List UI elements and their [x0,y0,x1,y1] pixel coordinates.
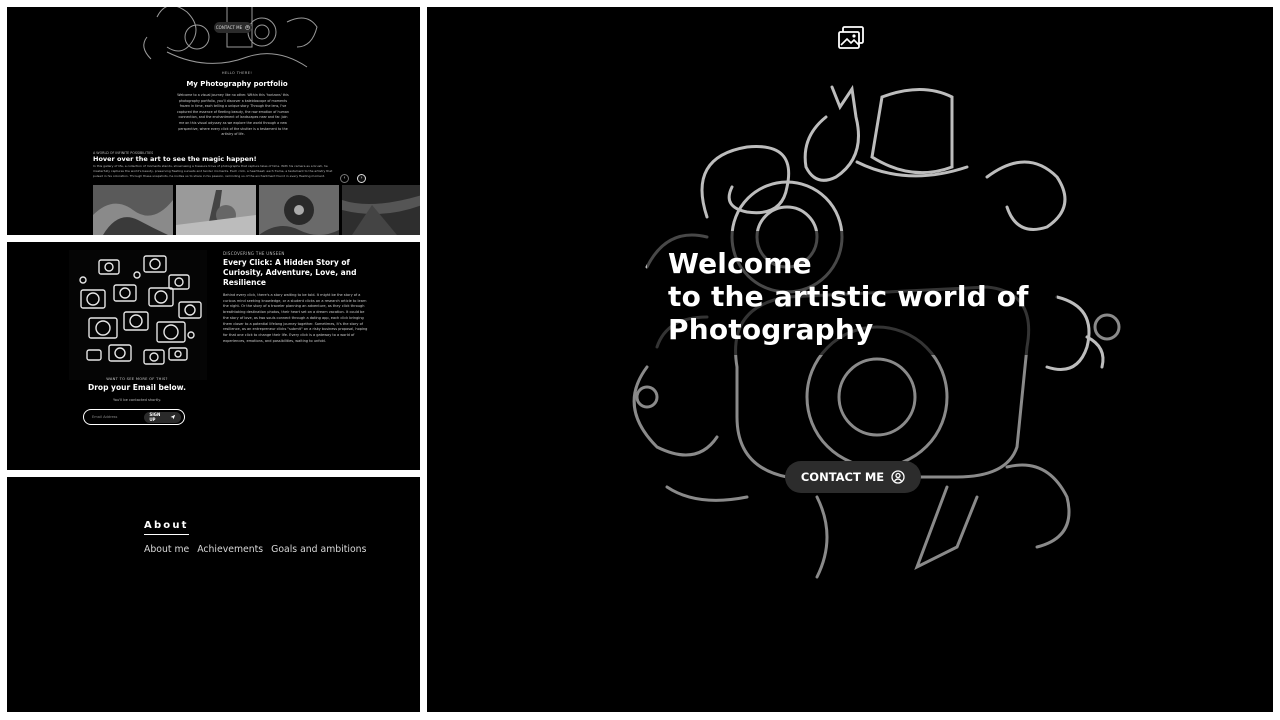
signup-eyebrow: WANT TO SEE MORE OF THIS? [106,377,168,381]
intro-eyebrow: HELLO THERE! [221,71,253,75]
send-icon [170,414,176,420]
portfolio-intro-text: Welcome to a visual journey like no othe… [177,93,289,137]
gallery-photo[interactable] [93,185,173,235]
story-signup-panel: DISCOVERING THE UNSEEN Every Click: A Hi… [7,242,420,470]
about-me-link[interactable]: About me [144,544,189,555]
gallery-photo[interactable] [342,185,420,235]
signup-button-label: SIGN UP [149,412,161,422]
about-nav: About me Achievements Goals and ambition… [144,544,366,555]
email-field[interactable] [90,414,145,420]
hero-title-line-3: Photography [668,313,874,346]
story-title: Every Click: A Hidden Story of Curiosity… [223,258,357,287]
gallery-photo[interactable] [259,185,339,235]
contact-button-label: CONTACT ME [215,25,243,30]
gallery-nav: ‹ › [340,174,366,183]
contact-button-mini[interactable]: CONTACT ME [214,22,252,33]
gallery-title: Hover over the art to see the magic happ… [93,155,257,163]
gallery-icon[interactable] [837,25,865,51]
sketch-art-image [143,7,318,68]
signup-subtitle: You'll be contacted shortly. [112,398,162,402]
email-signup-form: SIGN UP [83,409,185,425]
gallery-photo[interactable] [176,185,256,235]
photo-gallery [93,185,420,235]
hero-title: Welcome to the artistic world of Photogr… [668,247,1088,346]
hero-title-line-1: Welcome [668,247,812,280]
portfolio-intro-panel: CONTACT ME HELLO THERE! My Photography p… [7,7,420,235]
contact-button[interactable]: CONTACT ME [785,461,921,493]
signup-button[interactable]: SIGN UP [144,411,181,423]
contact-button-label: CONTACT ME [800,470,885,484]
about-panel: About About me Achievements Goals and am… [7,477,420,712]
about-heading: About [144,520,189,535]
goals-link[interactable]: Goals and ambitions [271,544,366,555]
gallery-description: In this gallery of life, a collection of… [93,164,333,179]
hero-title-line-2: to the artistic world of [668,280,1029,313]
chevron-left-icon[interactable]: ‹ [340,174,349,183]
user-circle-icon [245,25,250,30]
camera-collage-image [69,250,207,380]
achievements-link[interactable]: Achievements [197,544,263,555]
chevron-right-icon[interactable]: › [357,174,366,183]
story-text: Behind every click, there's a story wait… [223,293,368,343]
story-eyebrow: DISCOVERING THE UNSEEN [223,251,285,256]
signup-title: Drop your Email below. [88,383,186,392]
user-circle-icon [891,470,905,484]
portfolio-title: My Photography portfolio [186,80,288,88]
hero-panel: Welcome to the artistic world of Photogr… [427,7,1273,712]
